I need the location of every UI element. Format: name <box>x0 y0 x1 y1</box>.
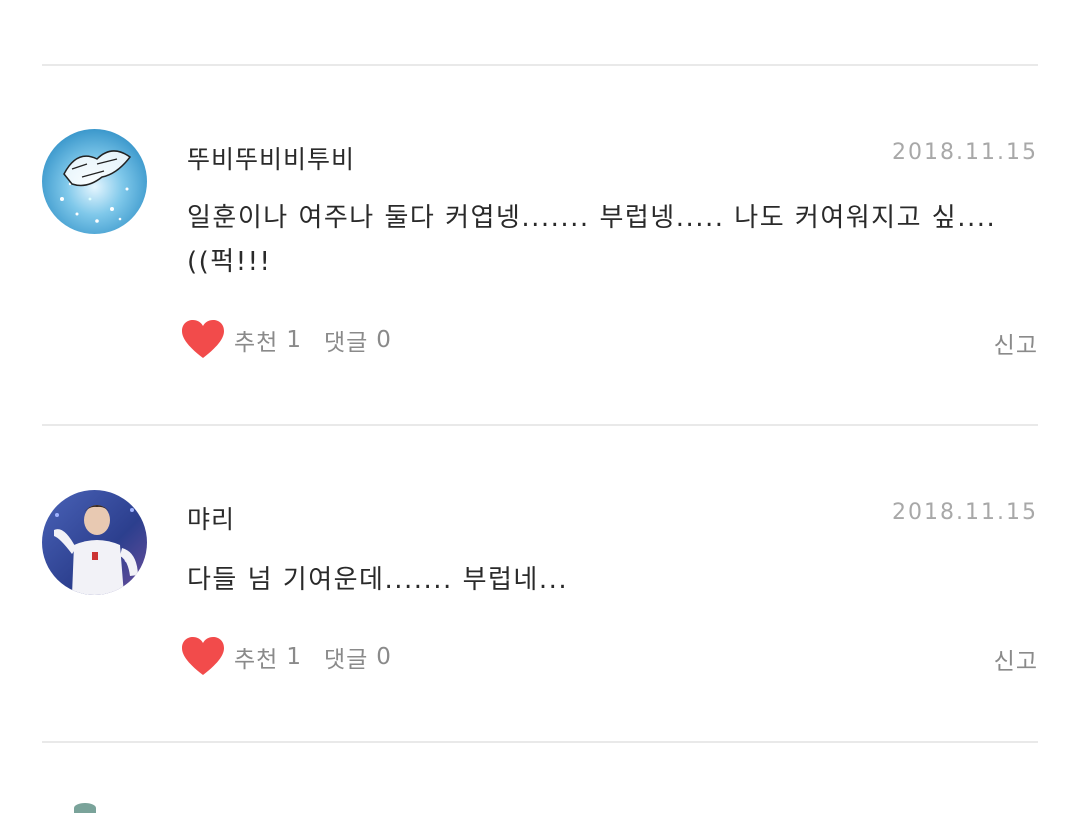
comment-date: 2018.11.15 <box>892 500 1038 525</box>
report-button[interactable]: 신고 <box>994 326 1038 360</box>
reply-label[interactable]: 댓글 <box>324 640 368 674</box>
comment-actions: 추천 1 댓글 0 <box>182 320 392 360</box>
like-count: 1 <box>286 644 302 670</box>
report-button[interactable]: 신고 <box>994 642 1038 676</box>
comment-author[interactable]: 뚜비뚜비비투비 <box>187 140 355 176</box>
like-label[interactable]: 추천 <box>234 323 278 357</box>
comment-actions: 추천 1 댓글 0 <box>182 637 392 677</box>
heart-icon[interactable] <box>182 637 224 677</box>
reply-count: 0 <box>376 644 392 670</box>
like-count: 1 <box>286 327 302 353</box>
comment-divider <box>42 424 1038 426</box>
comment-author[interactable]: 먀리 <box>187 500 235 536</box>
top-divider <box>42 64 1038 66</box>
avatar[interactable] <box>42 490 147 595</box>
comment-text: 일훈이나 여주나 둘다 커엽넹....... 부럽넹..... 나도 커여워지고… <box>187 203 997 277</box>
avatar[interactable] <box>42 129 147 234</box>
comment-text: 다들 넘 기여운데....... 부럽네... <box>187 565 569 595</box>
like-label[interactable]: 추천 <box>234 640 278 674</box>
comment-date: 2018.11.15 <box>892 140 1038 165</box>
heart-icon[interactable] <box>182 320 224 360</box>
reply-count: 0 <box>376 327 392 353</box>
comment-divider <box>42 741 1038 743</box>
avatar[interactable] <box>74 803 96 813</box>
reply-label[interactable]: 댓글 <box>324 323 368 357</box>
